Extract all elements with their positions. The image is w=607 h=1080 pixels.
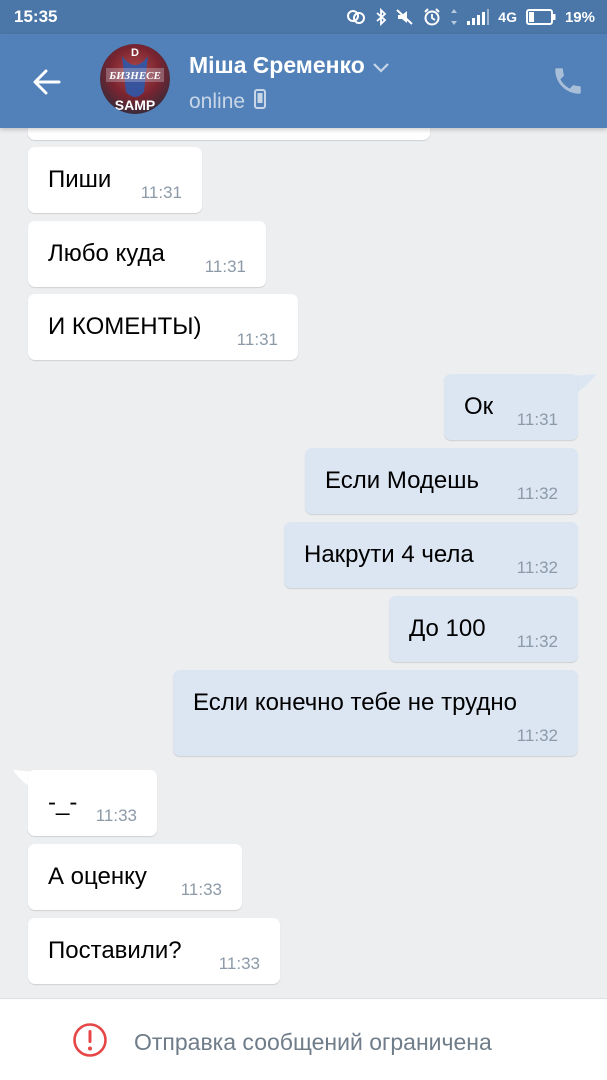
message-bubble-partial[interactable]	[28, 128, 430, 140]
message-outgoing[interactable]: Если конечно тебе не трудно 11:32	[173, 670, 578, 756]
message-text: Если конечно тебе не трудно	[193, 689, 517, 716]
message-text: До 100	[409, 615, 486, 642]
message-outgoing[interactable]: До 100 11:32	[389, 596, 578, 662]
avatar[interactable]: D БИЗНЕСЕ SAMP	[100, 44, 170, 114]
message-incoming[interactable]: -_- 11:33	[28, 770, 157, 836]
alarm-icon	[423, 8, 441, 26]
message-outgoing[interactable]: Ок 11:31	[444, 374, 578, 440]
contact-name-button[interactable]: Міша Єременко	[189, 52, 389, 79]
status-bar: 15:35 4G 19%	[0, 0, 607, 34]
back-arrow-icon[interactable]	[30, 65, 64, 99]
battery-icon	[525, 9, 556, 25]
mute-icon	[396, 8, 414, 26]
online-status: online	[189, 90, 246, 113]
message-time: 11:32	[516, 558, 558, 577]
message-incoming[interactable]: И КОМЕНТЫ) 11:31	[28, 294, 298, 360]
message-time: 11:33	[95, 806, 137, 825]
messaging-restricted-text: Отправка сообщений ограничена	[134, 1029, 492, 1055]
status-icons: 4G 19%	[346, 0, 595, 34]
battery-percent: 19%	[564, 8, 595, 26]
message-text: Любо куда	[48, 240, 165, 267]
alert-circle-icon	[72, 1022, 108, 1058]
phone-call-icon[interactable]	[551, 64, 585, 98]
message-incoming[interactable]: Любо куда 11:31	[28, 221, 266, 287]
message-text: Если Модешь	[325, 467, 480, 494]
contact-name: Міша Єременко	[189, 52, 365, 78]
message-text: Ок	[464, 393, 494, 420]
message-time: 11:31	[140, 183, 182, 202]
message-text: Поставили?	[48, 937, 182, 964]
avatar-letter: D	[131, 47, 139, 59]
message-incoming[interactable]: Поставили? 11:33	[28, 918, 280, 984]
message-incoming[interactable]: А оценку 11:33	[28, 844, 242, 910]
message-incoming[interactable]: Пиши 11:31	[28, 147, 202, 213]
bluetooth-icon	[375, 8, 387, 26]
bubble-bg	[28, 128, 430, 140]
message-text: Пиши	[48, 166, 112, 193]
link-icon	[346, 8, 366, 26]
message-text: И КОМЕНТЫ)	[48, 313, 202, 340]
avatar-word: БИЗНЕСЕ	[108, 70, 161, 82]
message-outgoing[interactable]: Накрути 4 чела 11:32	[284, 522, 578, 588]
message-time: 11:33	[218, 954, 260, 973]
message-time: 11:31	[516, 410, 558, 429]
message-time: 11:33	[180, 880, 222, 899]
status-time: 15:35	[14, 7, 58, 26]
chevron-down-icon	[372, 52, 389, 79]
message-text: Накрути 4 чела	[304, 541, 474, 568]
message-time: 11:31	[204, 257, 246, 276]
signal-icon	[467, 9, 490, 25]
avatar-samp: SAMP	[115, 97, 155, 113]
chat-header: D БИЗНЕСЕ SAMP Міша Єременко online	[0, 34, 607, 128]
message-list[interactable]: Пиши 11:31 Любо куда 11:31 И КОМЕНТЫ) 11…	[0, 128, 607, 998]
message-time: 11:31	[236, 330, 278, 349]
messaging-restricted-bar: Отправка сообщений ограничена	[0, 998, 607, 1080]
data-arrows-icon	[450, 8, 458, 26]
network-type: 4G	[498, 9, 517, 25]
mobile-phone-icon	[254, 89, 267, 115]
message-time: 11:32	[516, 726, 558, 745]
message-text: А оценку	[48, 863, 147, 890]
message-time: 11:32	[516, 484, 558, 503]
contact-status: online	[189, 89, 267, 115]
message-text: -_-	[48, 789, 78, 816]
message-time: 11:32	[516, 632, 558, 651]
message-outgoing[interactable]: Если Модешь 11:32	[305, 448, 578, 514]
